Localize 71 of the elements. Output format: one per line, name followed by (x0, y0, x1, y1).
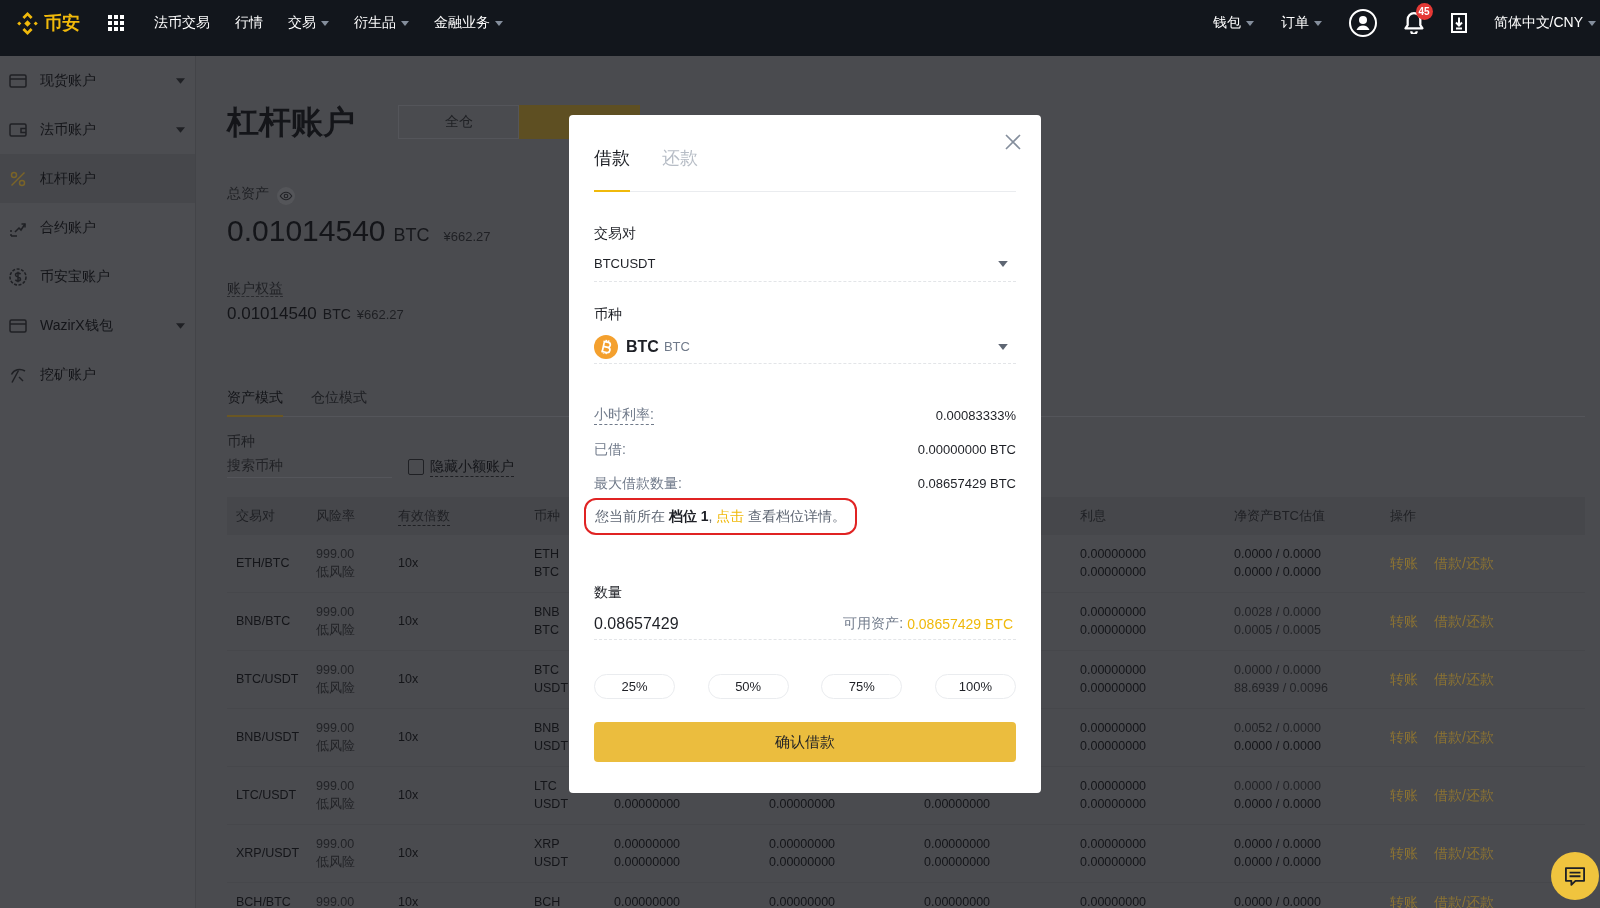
caret-icon (321, 20, 329, 26)
nav-menu-item[interactable]: 钱包 (1212, 14, 1254, 32)
dollar-coin-icon (9, 267, 27, 286)
nav-menu-item[interactable]: 金融业务 (434, 14, 503, 32)
action-link[interactable]: 借款/还款 (1434, 844, 1494, 862)
action-link[interactable]: 借款/还款 (1434, 612, 1494, 630)
download-icon[interactable] (1450, 13, 1467, 33)
caret-icon (998, 344, 1008, 350)
coin-icon (594, 335, 618, 359)
nav-menu-item[interactable]: 衍生品 (354, 14, 409, 32)
amount-label: 数量 (594, 583, 622, 602)
apps-grid-icon[interactable] (108, 15, 124, 31)
trading-pair-select[interactable]: BTCUSDT (594, 254, 1016, 282)
tier-details-link[interactable]: 点击 (716, 508, 745, 524)
nav-menu-item[interactable]: 行情 (235, 14, 263, 32)
caret-icon (1313, 20, 1322, 26)
caret-icon (176, 322, 185, 329)
caret-icon (495, 20, 503, 26)
close-icon[interactable] (1005, 134, 1021, 150)
brand-logo[interactable]: 币安 (17, 11, 80, 35)
hide-small-checkbox[interactable] (408, 459, 424, 475)
amount-input[interactable]: 0.08657429 (594, 613, 844, 635)
percent-button[interactable]: 75% (821, 674, 903, 699)
info-value: 0.00000000 BTC (917, 441, 1016, 457)
action-link[interactable]: 转账 (1390, 554, 1418, 572)
percent-button[interactable]: 25% (594, 674, 675, 699)
info-label: 小时利率: (594, 405, 654, 425)
chat-icon (1565, 866, 1585, 886)
action-link[interactable]: 转账 (1390, 844, 1418, 862)
caret-icon (1245, 20, 1254, 26)
wallet-icon (9, 316, 27, 335)
user-account-icon[interactable] (1348, 9, 1377, 37)
language-selector[interactable]: 简体中文/CNY (1493, 14, 1596, 32)
dialog-tab[interactable]: 借款 (594, 145, 630, 192)
coin-select[interactable]: BTC BTC (594, 333, 1016, 364)
action-link[interactable]: 借款/还款 (1434, 728, 1494, 746)
diamond-logo-icon (17, 11, 38, 35)
nav-menu-item[interactable]: 法币交易 (154, 14, 210, 32)
chat-button[interactable] (1551, 852, 1599, 900)
info-label: 已借: (594, 439, 626, 459)
caret-icon (176, 77, 185, 84)
percent-button[interactable]: 50% (707, 674, 789, 699)
caret-icon (998, 261, 1008, 267)
action-link[interactable]: 转账 (1390, 786, 1418, 804)
tier-note: 您当前所在 档位 1, 点击 查看档位详情。 (595, 508, 847, 525)
coin-label: 币种 (594, 305, 623, 324)
caret-icon (1588, 20, 1596, 26)
percent-icon (9, 169, 27, 188)
info-value: 0.00083333% (935, 407, 1016, 423)
wallet-icon (9, 120, 27, 139)
action-link[interactable]: 转账 (1390, 612, 1418, 630)
caret-icon (176, 126, 185, 133)
action-link[interactable]: 借款/还款 (1434, 786, 1494, 804)
available-amount: 0.08657429 BTC (907, 616, 1013, 632)
action-link[interactable]: 转账 (1390, 728, 1418, 746)
info-label: 最大借款数量: (594, 473, 682, 493)
action-link[interactable]: 转账 (1390, 670, 1418, 688)
caret-icon (401, 20, 409, 26)
wallet-icon (9, 71, 27, 90)
info-value: 0.08657429 BTC (917, 475, 1016, 491)
nav-menu-item[interactable]: 订单 (1280, 14, 1322, 32)
available-label: 可用资产: (843, 615, 904, 633)
sidebar-item[interactable]: WazirX钱包 (0, 301, 195, 350)
action-link[interactable]: 借款/还款 (1434, 554, 1494, 572)
action-link[interactable]: 借款/还款 (1434, 670, 1494, 688)
dialog-tab[interactable]: 还款 (662, 145, 698, 192)
nav-menu-item[interactable]: 交易 (288, 14, 329, 32)
notification-count-badge: 45 (1415, 3, 1433, 20)
trading-pair-label: 交易对 (594, 224, 637, 243)
confirm-borrow-button[interactable]: 确认借款 (594, 722, 1016, 762)
percent-button[interactable]: 100% (934, 674, 1016, 699)
